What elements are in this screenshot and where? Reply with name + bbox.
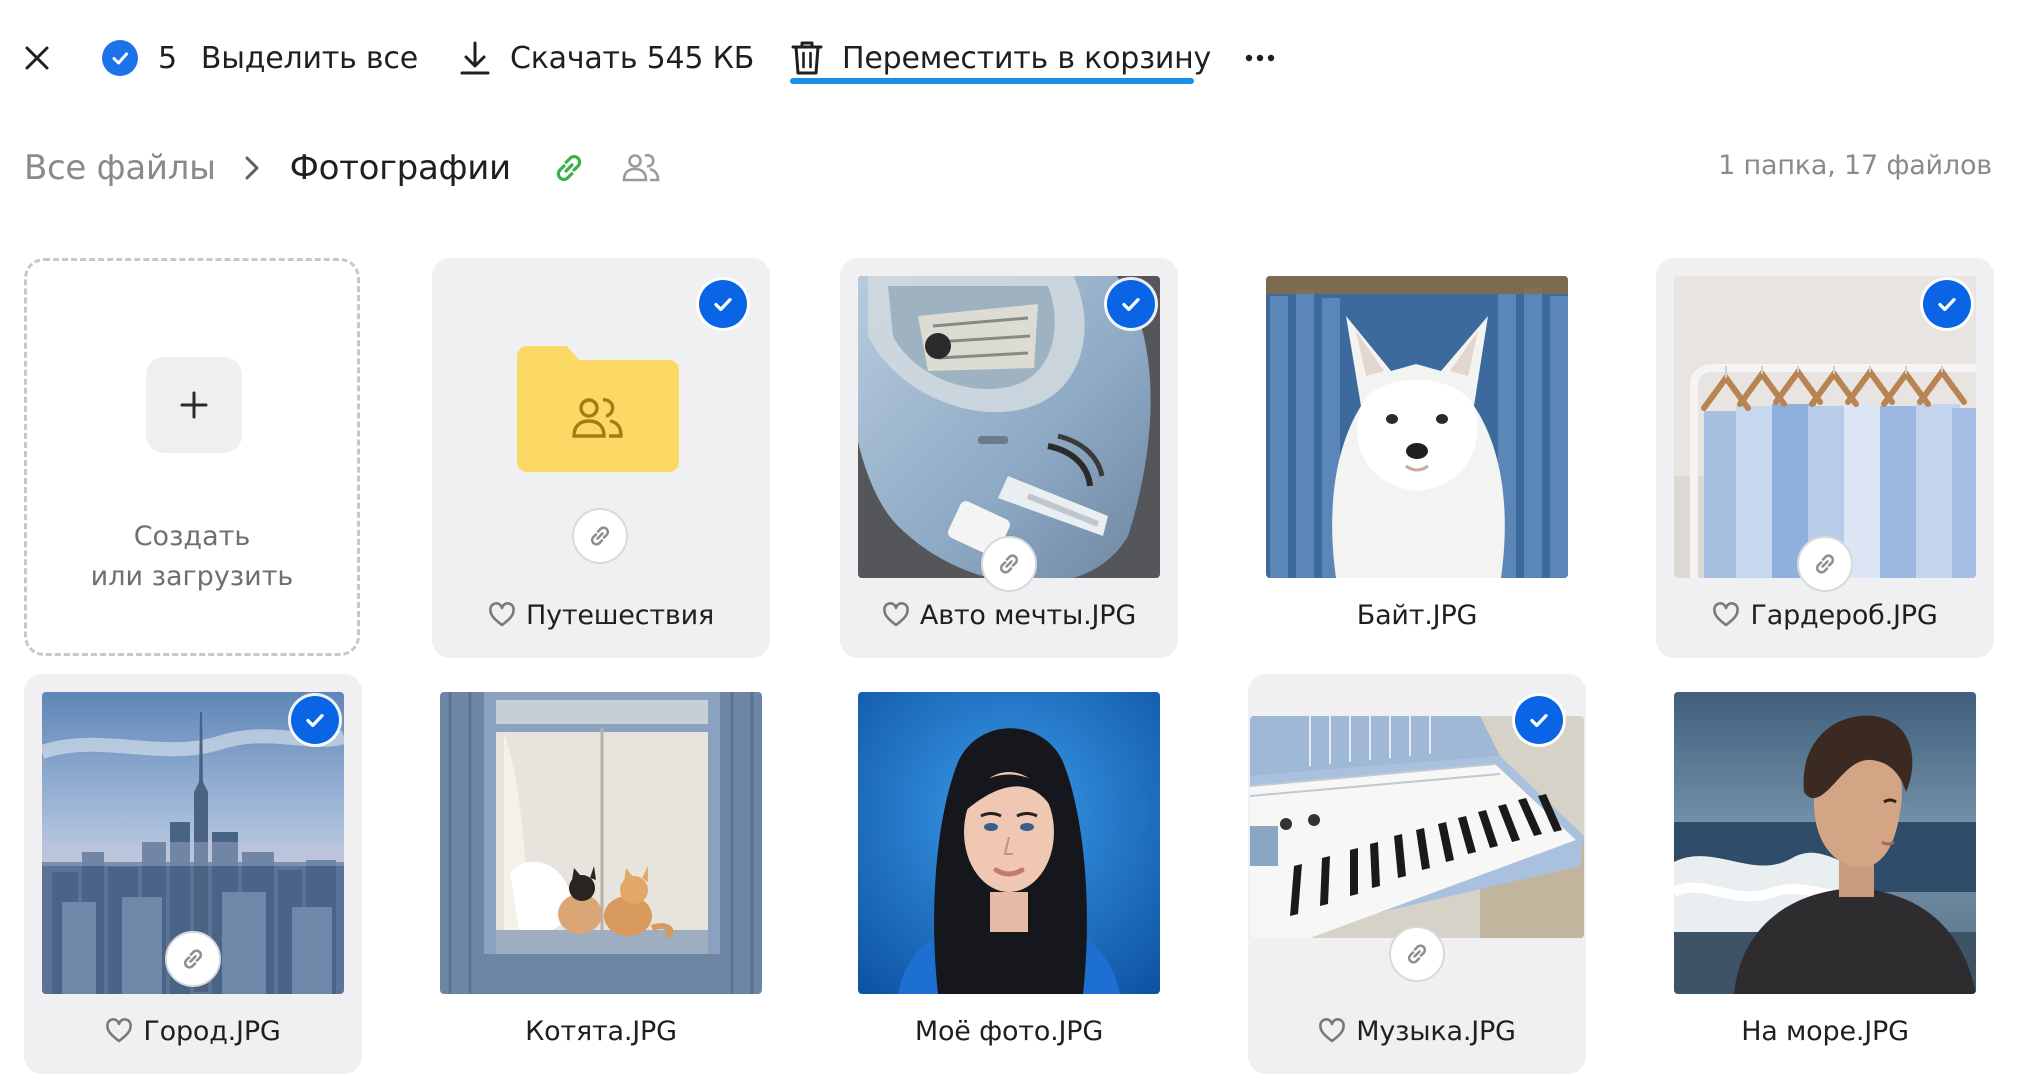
breadcrumb-root[interactable]: Все файлы xyxy=(24,148,216,188)
selected-count: 5 xyxy=(158,40,177,76)
shared-folder-icon xyxy=(517,342,679,472)
image-tile[interactable]: На море.JPG xyxy=(1656,674,1994,1074)
seaside-thumbnail xyxy=(1674,692,1976,994)
select-all-button[interactable]: 5 Выделить все xyxy=(102,26,418,90)
download-icon xyxy=(460,41,490,75)
portrait-thumbnail xyxy=(858,692,1160,994)
upload-label: или загрузить xyxy=(90,561,294,592)
folder-tile[interactable]: Путешествия xyxy=(432,258,770,658)
chevron-right-icon xyxy=(244,155,260,181)
heart-icon[interactable] xyxy=(1318,1018,1346,1044)
item-name: Авто мечты.JPG xyxy=(919,599,1137,631)
item-name: Котята.JPG xyxy=(525,1015,677,1047)
image-tile[interactable]: Город.JPG xyxy=(24,674,362,1074)
link-icon xyxy=(572,508,628,564)
trash-icon xyxy=(791,41,823,75)
active-action-underline xyxy=(790,78,1194,84)
selected-check-icon[interactable] xyxy=(699,280,747,328)
item-name: Путешествия xyxy=(525,599,714,631)
image-tile[interactable]: Музыка.JPG xyxy=(1248,674,1586,1074)
item-name: Гардероб.JPG xyxy=(1750,599,1938,631)
item-name: Музыка.JPG xyxy=(1356,1015,1516,1047)
item-name: На море.JPG xyxy=(1741,1015,1909,1047)
create-or-upload-tile[interactable]: Создать или загрузить xyxy=(24,258,360,656)
dog-thumbnail xyxy=(1266,276,1568,578)
piano-thumbnail xyxy=(1250,716,1584,938)
breadcrumb-current: Фотографии xyxy=(289,148,512,188)
item-name: Город.JPG xyxy=(143,1015,281,1047)
select-all-label: Выделить все xyxy=(200,40,418,76)
folder-summary: 1 папка, 17 файлов xyxy=(1718,150,1992,181)
selection-toolbar: 5 Выделить все Скачать 545 КБ Переместит… xyxy=(0,0,2036,116)
link-icon xyxy=(1389,926,1445,982)
kittens-thumbnail xyxy=(440,692,762,994)
heart-icon[interactable] xyxy=(882,602,910,628)
image-tile[interactable]: Байт.JPG xyxy=(1248,258,1586,658)
close-selection-button[interactable] xyxy=(14,26,60,90)
move-to-trash-label: Переместить в корзину xyxy=(842,40,1212,76)
download-label: Скачать 545 КБ xyxy=(510,40,755,76)
shared-users-icon[interactable] xyxy=(621,152,661,184)
close-icon xyxy=(25,46,49,70)
heart-icon[interactable] xyxy=(488,602,516,628)
item-name: Байт.JPG xyxy=(1356,599,1478,631)
download-button[interactable]: Скачать 545 КБ xyxy=(458,26,754,90)
item-name: Моё фото.JPG xyxy=(914,1015,1104,1047)
link-icon xyxy=(165,931,221,987)
image-tile[interactable]: Гардероб.JPG xyxy=(1656,258,1994,658)
plus-icon xyxy=(146,357,242,453)
more-dots-icon xyxy=(1245,54,1275,62)
link-icon xyxy=(1797,536,1853,592)
selected-check-icon[interactable] xyxy=(1923,280,1971,328)
selected-check-icon[interactable] xyxy=(291,696,339,744)
heart-icon[interactable] xyxy=(105,1018,133,1044)
link-icon xyxy=(981,536,1037,592)
image-tile[interactable]: Котята.JPG xyxy=(432,674,770,1074)
selected-check-icon[interactable] xyxy=(1515,696,1563,744)
selected-check-icon xyxy=(102,40,138,76)
heart-icon[interactable] xyxy=(1712,602,1740,628)
more-options-button[interactable] xyxy=(1244,26,1276,90)
image-tile[interactable]: Авто мечты.JPG xyxy=(840,258,1178,658)
create-label: Создать xyxy=(133,521,251,552)
image-tile[interactable]: Моё фото.JPG xyxy=(840,674,1178,1074)
breadcrumb: Все файлы Фотографии xyxy=(24,138,661,198)
selected-check-icon[interactable] xyxy=(1107,280,1155,328)
share-link-icon[interactable] xyxy=(551,150,587,186)
